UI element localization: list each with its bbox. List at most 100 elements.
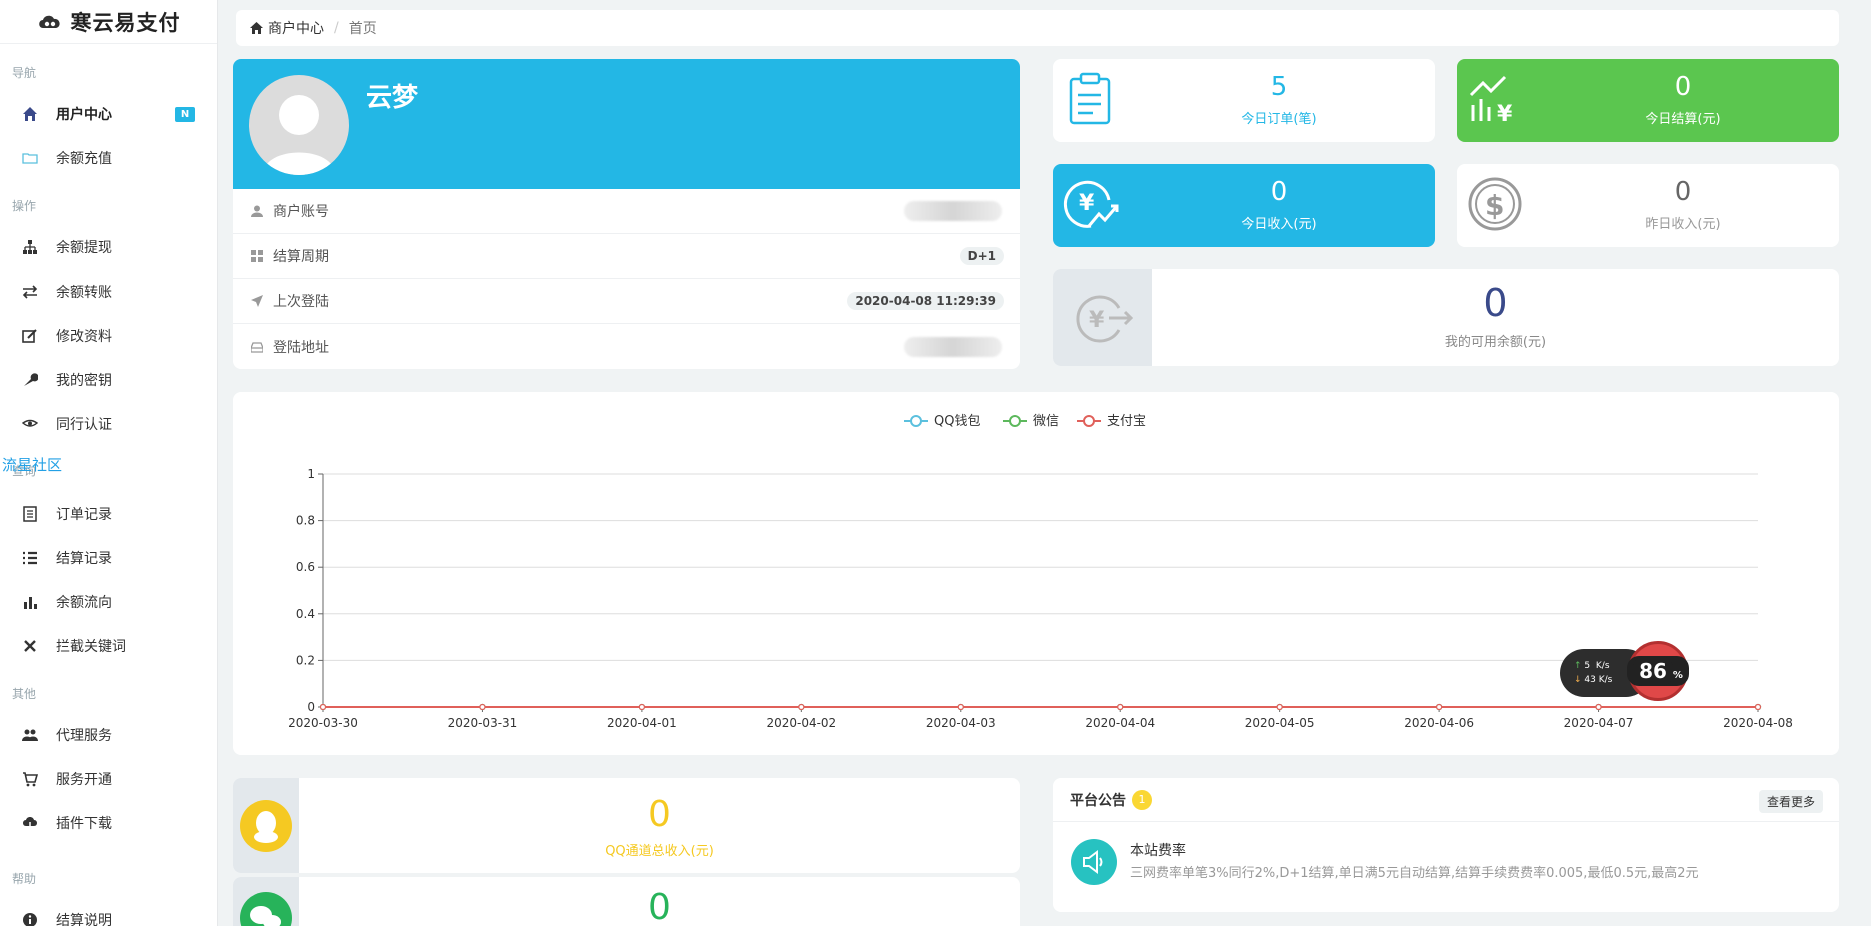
notice-item-title[interactable]: 本站费率 — [1130, 840, 1186, 860]
stat-yesterday-income: $ 0 昨日收入(元) — [1457, 164, 1839, 247]
today-settle-label: 今日结算(元) — [1645, 112, 1721, 127]
sidebar-item-label: 余额流向 — [56, 595, 112, 611]
svg-text:¥: ¥ — [1079, 191, 1095, 216]
sidebar-item-6[interactable]: 同行认证 — [0, 404, 218, 444]
sidebar-item-label: 余额充值 — [56, 151, 112, 167]
sidebar-item-label: 拦截关键词 — [56, 639, 126, 655]
sidebar-item-4[interactable]: 修改资料 — [0, 316, 218, 356]
svg-text:$: $ — [1485, 189, 1504, 222]
series-point — [638, 703, 645, 711]
legend-label: 支付宝 — [1107, 414, 1146, 429]
platform-notice: 平台公告 1 查看更多 本站费率 三网费率单笔3%同行2%,D+1结算,单日满5… — [1053, 778, 1839, 912]
sidebar-item-12[interactable]: 服务开通 — [0, 759, 218, 799]
series-point — [1595, 703, 1602, 711]
series-point — [319, 703, 327, 711]
profile-card: 云梦 商户账号 结算周期 D+1 上次登陆 2020-04-08 11:29:3… — [233, 59, 1020, 369]
stat-today-settle: ¥ 0 今日结算(元) — [1457, 59, 1839, 142]
qq-channel-card: 0 QQ通道总收入(元) — [233, 778, 1020, 873]
users-icon — [20, 725, 40, 745]
x-tick-label: 2020-04-04 — [1085, 716, 1155, 730]
x-tick-label: 2020-04-07 — [1564, 716, 1634, 730]
yen-growth-icon: ¥ — [1063, 180, 1119, 228]
x-tick-label: 2020-03-31 — [448, 716, 518, 730]
sidebar-item-9[interactable]: 余额流向 — [0, 582, 218, 622]
chart-yen-icon: ¥ — [1469, 75, 1513, 127]
close-icon — [20, 636, 40, 656]
profile-row-label: 商户账号 — [273, 204, 329, 220]
brand[interactable]: 寒云易支付 — [0, 0, 217, 44]
sidebar-item-label: 服务开通 — [56, 772, 112, 788]
dollar-coin-icon: $ — [1468, 177, 1522, 231]
default-avatar-icon — [263, 95, 335, 175]
folder-icon — [20, 148, 40, 168]
balance-card: ¥ 0 我的可用余额(元) — [1053, 269, 1839, 366]
cpu-percent: 86 — [1633, 656, 1673, 686]
cloud-download-icon — [20, 813, 40, 833]
legend-swatch-marker — [1083, 415, 1095, 427]
breadcrumb-separator: / — [334, 20, 339, 36]
legend-label: 微信 — [1033, 414, 1059, 429]
profile-row-label: 登陆地址 — [273, 339, 329, 356]
view-more-button[interactable]: 查看更多 — [1758, 790, 1823, 813]
yesterday-income-value: 0 — [1674, 177, 1692, 207]
sidebar-item-5[interactable]: 我的密钥 — [0, 360, 218, 400]
stat-today-income: ¥ 0 今日收入(元) — [1053, 164, 1435, 247]
megaphone-icon — [1071, 839, 1117, 885]
sidebar-item-1[interactable]: 余额充值 — [0, 138, 218, 178]
sidebar-item-11[interactable]: 代理服务 — [0, 715, 218, 755]
notice-header: 平台公告 1 查看更多 — [1053, 778, 1839, 822]
sidebar-item-13[interactable]: 插件下载 — [0, 803, 218, 843]
wechat-total-value: 0 — [648, 887, 671, 926]
sidebar-item-7[interactable]: 订单记录 — [0, 494, 218, 534]
qq-total-label: QQ通道总收入(元) — [605, 844, 714, 859]
profile-header: 云梦 — [233, 59, 1020, 189]
profile-row-settle-cycle: 结算周期 D+1 — [233, 234, 1020, 279]
rocket-icon — [251, 294, 265, 308]
sidebar-item-label: 余额转账 — [56, 285, 112, 301]
breadcrumb-home-label: 商户中心 — [268, 21, 324, 37]
list-icon — [20, 548, 40, 568]
sidebar-item-10[interactable]: 拦截关键词 — [0, 626, 218, 666]
avatar[interactable] — [249, 75, 349, 175]
notice-item-text: 三网费率单笔3%同行2%,D+1结算,单日满5元自动结算,结算手续费费率0.00… — [1130, 866, 1699, 881]
today-orders-label: 今日订单(笔) — [1241, 112, 1317, 127]
bar-chart-icon — [20, 592, 40, 612]
sidebar-item-8[interactable]: 结算记录 — [0, 538, 218, 578]
x-tick-label: 2020-04-05 — [1245, 716, 1315, 730]
notice-count-badge: 1 — [1132, 789, 1152, 810]
list-alt-icon — [20, 504, 40, 524]
network-speed-widget[interactable]: ↑ 5 K/s ↓ 43 K/s 86% — [1560, 637, 1694, 701]
sidebar-item-label: 我的密钥 — [56, 373, 112, 389]
sidebar-item-label: 余额提现 — [56, 240, 112, 256]
nav-section-operate: 操作 — [12, 199, 37, 213]
series-point — [479, 703, 486, 711]
profile-row-last-login: 上次登陆 2020-04-08 11:29:39 — [233, 279, 1020, 324]
overlay-link[interactable]: 流星社区 — [2, 454, 62, 475]
sidebar-item-label: 修改资料 — [56, 329, 112, 345]
handshake-icon — [20, 414, 40, 434]
clipboard-icon — [1069, 72, 1111, 125]
sidebar-item-label: 结算说明 — [56, 913, 112, 926]
notice-title: 平台公告 — [1070, 792, 1126, 809]
sidebar-item-2[interactable]: 余额提现 — [0, 227, 218, 267]
breadcrumb-home[interactable]: 商户中心 — [250, 18, 324, 38]
sidebar-item-3[interactable]: 余额转账 — [0, 272, 218, 312]
x-tick-label: 2020-04-06 — [1404, 716, 1474, 730]
sidebar-item-0[interactable]: 用户中心 N — [0, 94, 218, 134]
svg-text:¥: ¥ — [1089, 308, 1105, 333]
login-address-redacted — [904, 336, 1002, 357]
cloud-logo-icon — [38, 15, 60, 28]
y-tick-label: 0.8 — [296, 514, 315, 528]
y-tick-label: 1 — [307, 467, 315, 481]
sitemap-icon — [20, 237, 40, 257]
legend-label: QQ钱包 — [934, 414, 980, 429]
cart-icon — [20, 769, 40, 789]
hdd-icon — [251, 340, 265, 354]
sidebar-item-label: 结算记录 — [56, 551, 112, 567]
x-tick-label: 2020-04-03 — [926, 716, 996, 730]
legend-swatch-marker — [1009, 415, 1021, 427]
today-income-value: 0 — [1270, 177, 1288, 207]
edit-icon — [20, 326, 40, 346]
series-point — [798, 703, 805, 711]
sidebar-item-14[interactable]: 结算说明 — [0, 900, 218, 926]
